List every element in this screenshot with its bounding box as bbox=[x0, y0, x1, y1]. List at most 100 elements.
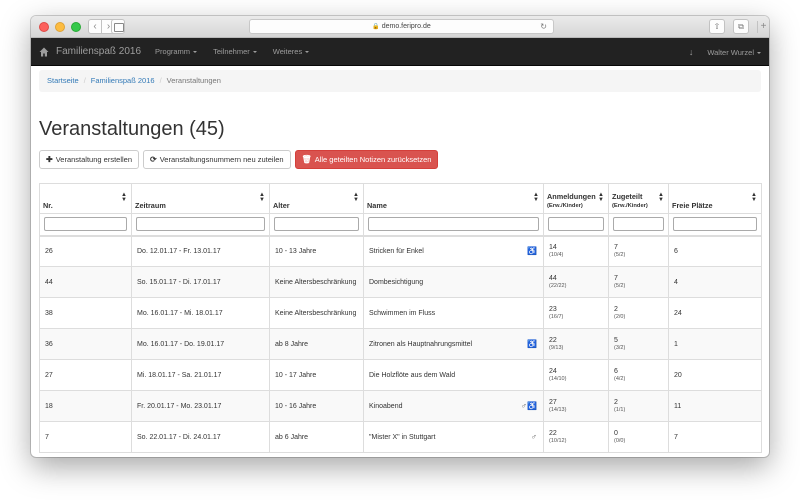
chevron-down-icon bbox=[757, 51, 761, 54]
cell-name[interactable]: Die Holzflöte aus dem Wald bbox=[363, 359, 544, 391]
cell-name[interactable]: Stricken für Enkel ♿ bbox=[363, 235, 544, 267]
column-header-freie-label: Freie Plätze bbox=[672, 201, 713, 210]
cell-anmeldungen: 23 (16/7) bbox=[543, 297, 609, 329]
minimize-window-button[interactable] bbox=[55, 22, 65, 32]
cell-name[interactable]: Schwimmen im Fluss bbox=[363, 297, 544, 329]
cell-anmeldungen: 22 (10/12) bbox=[543, 421, 609, 453]
table-row[interactable]: 18 Fr. 20.01.17 - Mo. 23.01.17 10 - 16 Jah… bbox=[39, 390, 762, 422]
chevron-down-icon bbox=[193, 51, 198, 54]
lock-icon: 🔒 bbox=[372, 24, 380, 30]
zugeteilt-total: 2 bbox=[614, 399, 618, 406]
column-header-name[interactable]: Name ▲ ▼ bbox=[363, 183, 544, 214]
event-attribute-icons: ♿ bbox=[527, 339, 537, 349]
cell-alter: 10 - 17 Jahre bbox=[269, 359, 364, 391]
cell-zugeteilt: 5 (3/2) bbox=[608, 328, 669, 360]
user-menu[interactable]: Walter Wurzel bbox=[707, 48, 761, 57]
filter-freie-input[interactable] bbox=[673, 217, 757, 232]
table-row[interactable]: 26 Do. 12.01.17 - Fr. 13.01.17 10 - 13 Jah… bbox=[39, 235, 762, 267]
filter-alter-input[interactable] bbox=[274, 217, 359, 232]
filter-nr-input[interactable] bbox=[44, 217, 127, 232]
close-window-button[interactable] bbox=[39, 22, 49, 32]
zugeteilt-total: 5 bbox=[614, 337, 618, 344]
new-tab-icon[interactable]: + bbox=[757, 21, 769, 33]
cell-zeitraum: Fr. 20.01.17 - Mo. 23.01.17 bbox=[131, 390, 270, 422]
cell-nr: 26 bbox=[39, 235, 132, 267]
column-header-nr[interactable]: Nr. ▲ ▼ bbox=[39, 183, 132, 214]
zugeteilt-total: 2 bbox=[614, 306, 618, 313]
filter-name-input[interactable] bbox=[368, 217, 539, 232]
cell-zeitraum: Mo. 16.01.17 - Mi. 18.01.17 bbox=[131, 297, 270, 329]
column-header-anmeldungen[interactable]: Anmeldungen (Erw./Kinder) ▲ ▼ bbox=[543, 183, 609, 214]
anmeldungen-breakdown: (14/13) bbox=[549, 407, 567, 413]
app-navbar: Familienspaß 2016 Programm Teilnehmer We… bbox=[31, 38, 769, 66]
filter-anmeldungen-input[interactable] bbox=[548, 217, 604, 232]
column-header-zeitraum[interactable]: Zeitraum ▲ ▼ bbox=[131, 183, 270, 214]
cell-alter: Keine Altersbeschränkung bbox=[269, 266, 364, 298]
cell-name[interactable]: "Mister X" in Stuttgart ♂ bbox=[363, 421, 544, 453]
column-header-freie-plaetze[interactable]: Freie Plätze ▲ ▼ bbox=[668, 183, 762, 214]
trash-icon: 🗑 bbox=[301, 155, 312, 164]
refresh-icon: ⟳ bbox=[150, 155, 157, 164]
filter-zeitraum-input[interactable] bbox=[136, 217, 265, 232]
download-icon[interactable]: ↓ bbox=[689, 47, 694, 57]
event-name: Schwimmen im Fluss bbox=[369, 309, 436, 317]
zugeteilt-total: 7 bbox=[614, 244, 618, 252]
column-header-name-label: Name bbox=[367, 201, 387, 210]
cell-nr: 44 bbox=[39, 266, 132, 298]
sidebar-toggle-icon[interactable] bbox=[111, 19, 125, 34]
user-name: Walter Wurzel bbox=[707, 47, 754, 57]
column-header-nr-label: Nr. bbox=[43, 201, 53, 210]
filter-cell bbox=[608, 213, 669, 237]
menu-programm-label: Programm bbox=[155, 47, 191, 56]
table-row[interactable]: 38 Mo. 16.01.17 - Mi. 18.01.17 Keine Alter… bbox=[39, 297, 762, 329]
cell-freie-plaetze: 24 bbox=[668, 297, 762, 329]
cell-zugeteilt: 2 (2/0) bbox=[608, 297, 669, 329]
cell-nr: 7 bbox=[39, 421, 132, 453]
column-header-anmeldungen-sub: (Erw./Kinder) bbox=[547, 203, 583, 209]
table-row[interactable]: 7 So. 22.01.17 - Di. 24.01.17 ab 6 Jahre "M… bbox=[39, 421, 762, 453]
cell-anmeldungen: 24 (14/10) bbox=[543, 359, 609, 391]
reload-icon[interactable]: ↻ bbox=[540, 20, 547, 33]
anmeldungen-total: 22 bbox=[549, 337, 557, 344]
cell-nr: 38 bbox=[39, 297, 132, 329]
filter-cell bbox=[668, 213, 762, 237]
filter-zugeteilt-input[interactable] bbox=[613, 217, 664, 232]
fullscreen-window-button[interactable] bbox=[71, 22, 81, 32]
anmeldungen-breakdown: (10/12) bbox=[549, 438, 567, 444]
column-header-zugeteilt[interactable]: Zugeteilt (Erw./Kinder) ▲ ▼ bbox=[608, 183, 669, 214]
table-row[interactable]: 36 Mo. 16.01.17 - Do. 19.01.17 ab 8 Jahre Z… bbox=[39, 328, 762, 360]
cell-name[interactable]: Kinoabend ♂♿ bbox=[363, 390, 544, 422]
tabs-overview-icon[interactable]: ⧉ bbox=[733, 19, 749, 34]
zugeteilt-breakdown: (2/0) bbox=[614, 314, 626, 320]
column-header-alter[interactable]: Alter ▲ ▼ bbox=[269, 183, 364, 214]
create-event-button[interactable]: ✚ Veranstaltung erstellen bbox=[39, 150, 140, 169]
sort-icon: ▲ ▼ bbox=[533, 192, 539, 203]
share-icon[interactable]: ⇧ bbox=[709, 19, 725, 34]
event-name: Dombesichtigung bbox=[369, 278, 424, 286]
menu-weiteres[interactable]: Weiteres bbox=[273, 47, 310, 56]
cell-nr: 27 bbox=[39, 359, 132, 391]
sort-icon: ▲ ▼ bbox=[353, 192, 359, 203]
breadcrumb-home[interactable]: Startseite bbox=[47, 76, 79, 85]
cell-name[interactable]: Dombesichtigung bbox=[363, 266, 544, 298]
cell-zugeteilt: 6 (4/2) bbox=[608, 359, 669, 391]
column-header-zugeteilt-label: Zugeteilt bbox=[612, 192, 643, 201]
back-button[interactable]: ‹ bbox=[88, 19, 102, 34]
cell-name[interactable]: Zitronen als Hauptnahrungsmittel ♿ bbox=[363, 328, 544, 360]
cell-zeitraum: So. 22.01.17 - Di. 24.01.17 bbox=[131, 421, 270, 453]
event-name: Kinoabend bbox=[369, 402, 403, 410]
menu-programm[interactable]: Programm bbox=[155, 47, 198, 56]
renumber-events-button[interactable]: ⟳ Veranstaltungsnummern neu zuteilen bbox=[143, 150, 291, 169]
breadcrumb-event[interactable]: Familienspaß 2016 bbox=[91, 76, 155, 85]
menu-teilnehmer[interactable]: Teilnehmer bbox=[213, 47, 257, 56]
anmeldungen-total: 14 bbox=[549, 244, 557, 252]
window-controls bbox=[39, 22, 81, 32]
zugeteilt-breakdown: (3/2) bbox=[614, 345, 626, 351]
zugeteilt-breakdown: (0/0) bbox=[614, 438, 626, 444]
address-bar[interactable]: 🔒 demo.feripro.de ↻ bbox=[249, 19, 554, 34]
cell-freie-plaetze: 1 bbox=[668, 328, 762, 360]
brand-link[interactable]: Familienspaß 2016 bbox=[31, 46, 141, 57]
table-row[interactable]: 44 So. 15.01.17 - Di. 17.01.17 Keine Alter… bbox=[39, 266, 762, 298]
table-row[interactable]: 27 Mi. 18.01.17 - Sa. 21.01.17 10 - 17 Jah… bbox=[39, 359, 762, 391]
reset-notes-button[interactable]: 🗑 Alle geteilten Notizen zurücksetzen bbox=[294, 150, 439, 169]
